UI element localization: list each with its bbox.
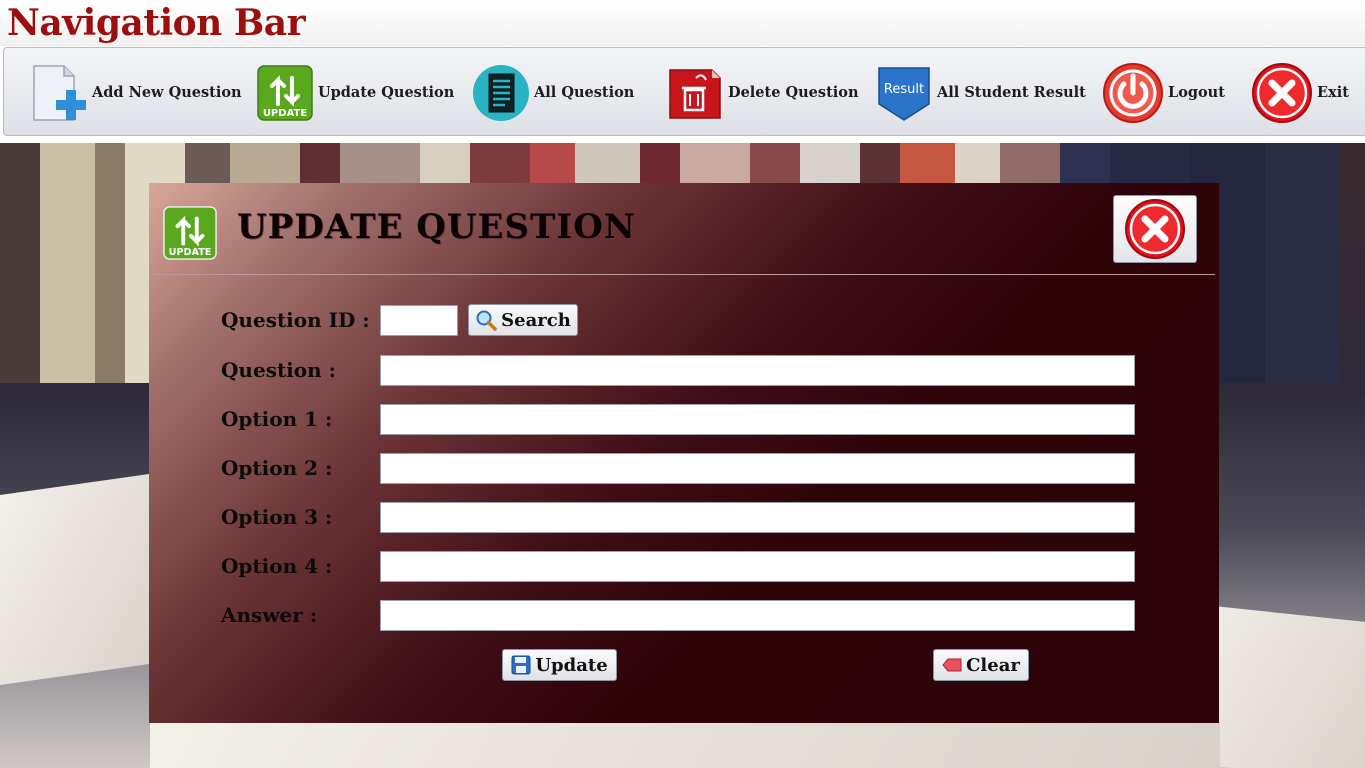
dialog-separator <box>149 274 1215 275</box>
option2-input[interactable] <box>380 453 1135 484</box>
add-new-question-label: Add New Question <box>92 84 242 101</box>
answer-input[interactable] <box>380 600 1135 631</box>
clear-button[interactable]: Clear <box>933 649 1029 681</box>
app-title: Navigation Bar <box>7 2 306 44</box>
option3-input[interactable] <box>380 502 1135 533</box>
eraser-icon <box>942 658 962 672</box>
update-question-label: Update Question <box>318 84 455 101</box>
delete-question-button[interactable]: Delete Question <box>666 48 859 137</box>
document-list-icon <box>473 64 529 121</box>
add-new-question-button[interactable]: Add New Question <box>30 48 242 137</box>
add-document-icon <box>33 64 86 121</box>
all-student-result-button[interactable]: Result All Student Result <box>875 48 1086 137</box>
update-button-label: Update <box>535 654 608 676</box>
question-input[interactable] <box>380 355 1135 386</box>
result-badge-icon: Result <box>878 66 930 121</box>
question-label: Question : <box>221 358 337 382</box>
logout-label: Logout <box>1168 84 1225 101</box>
delete-question-label: Delete Question <box>728 84 859 101</box>
close-icon <box>1125 199 1185 259</box>
update-button[interactable]: Update <box>502 649 617 681</box>
power-icon <box>1103 62 1163 123</box>
trash-icon <box>669 68 721 119</box>
save-icon <box>511 655 531 675</box>
search-button-label: Search <box>501 309 571 331</box>
option4-label: Option 4 : <box>221 554 333 578</box>
dialog-close-button[interactable] <box>1113 195 1197 263</box>
title-strip: Navigation Bar <box>0 0 1365 46</box>
update-icon: UPDATE <box>163 206 217 260</box>
question-id-input[interactable] <box>380 305 458 336</box>
all-question-label: All Question <box>534 84 635 101</box>
dialog-icon-text: UPDATE <box>169 247 212 258</box>
exit-button[interactable]: Exit <box>1251 48 1349 137</box>
logout-button[interactable]: Logout <box>1102 48 1225 137</box>
open-book-bottom <box>150 723 1220 768</box>
close-icon <box>1252 62 1312 123</box>
dialog-title: UPDATE QUESTION <box>237 207 636 247</box>
all-student-result-label: All Student Result <box>937 84 1086 101</box>
option1-input[interactable] <box>380 404 1135 435</box>
all-question-button[interactable]: All Question <box>472 48 634 137</box>
search-icon <box>476 310 497 331</box>
answer-label: Answer : <box>221 603 318 627</box>
clear-button-label: Clear <box>966 654 1020 676</box>
update-question-button[interactable]: UPDATE Update Question <box>256 48 454 137</box>
navigation-toolbar: Add New Question UPDATE Update Question … <box>3 47 1365 136</box>
option2-label: Option 2 : <box>221 456 333 480</box>
update-icon: UPDATE <box>257 64 313 121</box>
question-id-label: Question ID : <box>221 308 370 332</box>
update-question-dialog: UPDATE UPDATE QUESTION Question ID : Sea… <box>149 183 1219 723</box>
exit-label: Exit <box>1317 84 1349 101</box>
update-icon-text: UPDATE <box>263 108 308 119</box>
option3-label: Option 3 : <box>221 505 333 529</box>
option1-label: Option 1 : <box>221 407 333 431</box>
open-book-left <box>0 471 170 685</box>
search-button[interactable]: Search <box>468 304 578 336</box>
result-badge-text: Result <box>884 82 924 97</box>
option4-input[interactable] <box>380 551 1135 582</box>
